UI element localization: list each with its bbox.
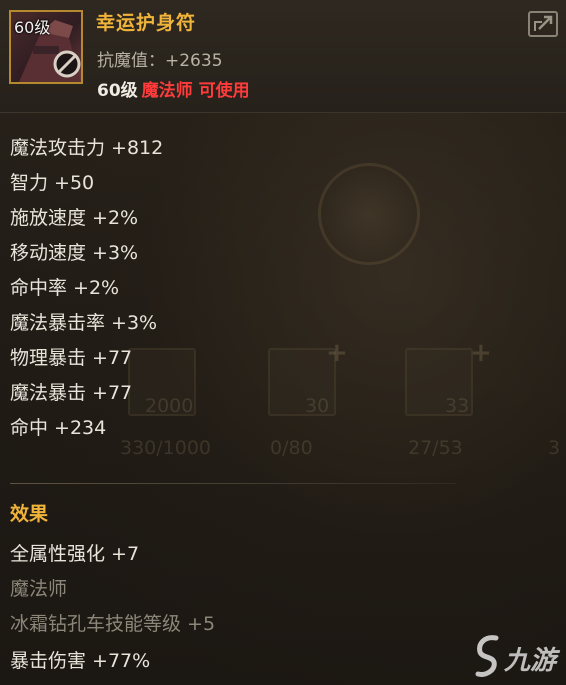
- background-count: 330/1000: [120, 437, 212, 459]
- stat-line: 施放速度 +2%: [10, 207, 139, 229]
- stat-line: 魔法暴击率 +3%: [10, 312, 158, 334]
- effect-title: 效果: [10, 503, 49, 525]
- item-level-tag: 60级: [14, 18, 51, 37]
- stat-line: 魔法暴击 +77: [10, 382, 133, 404]
- stat-line: 移动速度 +3%: [10, 242, 139, 264]
- background-plus-icon: +: [470, 338, 492, 368]
- required-class: 魔法师 可使用: [141, 81, 250, 101]
- stat-line: 命中 +234: [10, 417, 107, 439]
- watermark-text: 九游: [504, 646, 557, 676]
- effect-line: 全属性强化 +7: [10, 543, 140, 565]
- background-count: 3: [548, 437, 561, 459]
- background-slot-num: 33: [445, 395, 470, 417]
- item-tooltip: + + 2000 30 33 330/1000 0/80 27/53 3 60级…: [0, 0, 566, 685]
- effect-class-line: 魔法师: [10, 578, 68, 600]
- background-slot: [405, 348, 473, 416]
- item-name: 幸运护身符: [96, 12, 197, 34]
- amulet-icon[interactable]: 60级: [9, 10, 83, 84]
- stat-line: 智力 +50: [10, 172, 95, 194]
- required-level: 60级: [97, 81, 138, 101]
- background-count: 27/53: [408, 437, 463, 459]
- background-slot: [128, 348, 196, 416]
- effect-line: 暴击伤害 +77%: [10, 650, 151, 672]
- jiuyou-logo-icon: [474, 634, 504, 682]
- background-slot-num: 30: [305, 395, 330, 417]
- anti-magic-value: 抗魔值：+2635: [97, 51, 223, 71]
- stat-line: 命中率 +2%: [10, 277, 120, 299]
- background-slot-num: 2000: [145, 395, 194, 417]
- background-emblem: [318, 163, 420, 265]
- stat-line: 物理暴击 +77: [10, 347, 133, 369]
- item-header: 60级 幸运护身符 抗魔值：+2635 60级 魔法师 可使用: [0, 0, 566, 113]
- effect-skill-line: 冰霜钻孔车技能等级 +5: [10, 613, 216, 635]
- requirement-line: 60级 魔法师 可使用: [97, 76, 250, 101]
- section-divider: [10, 483, 456, 484]
- background-count: 0/80: [270, 437, 313, 459]
- background-plus-icon: +: [326, 338, 348, 368]
- share-button[interactable]: [528, 11, 558, 37]
- stat-line: 魔法攻击力 +812: [10, 137, 164, 159]
- background-slot: [268, 348, 336, 416]
